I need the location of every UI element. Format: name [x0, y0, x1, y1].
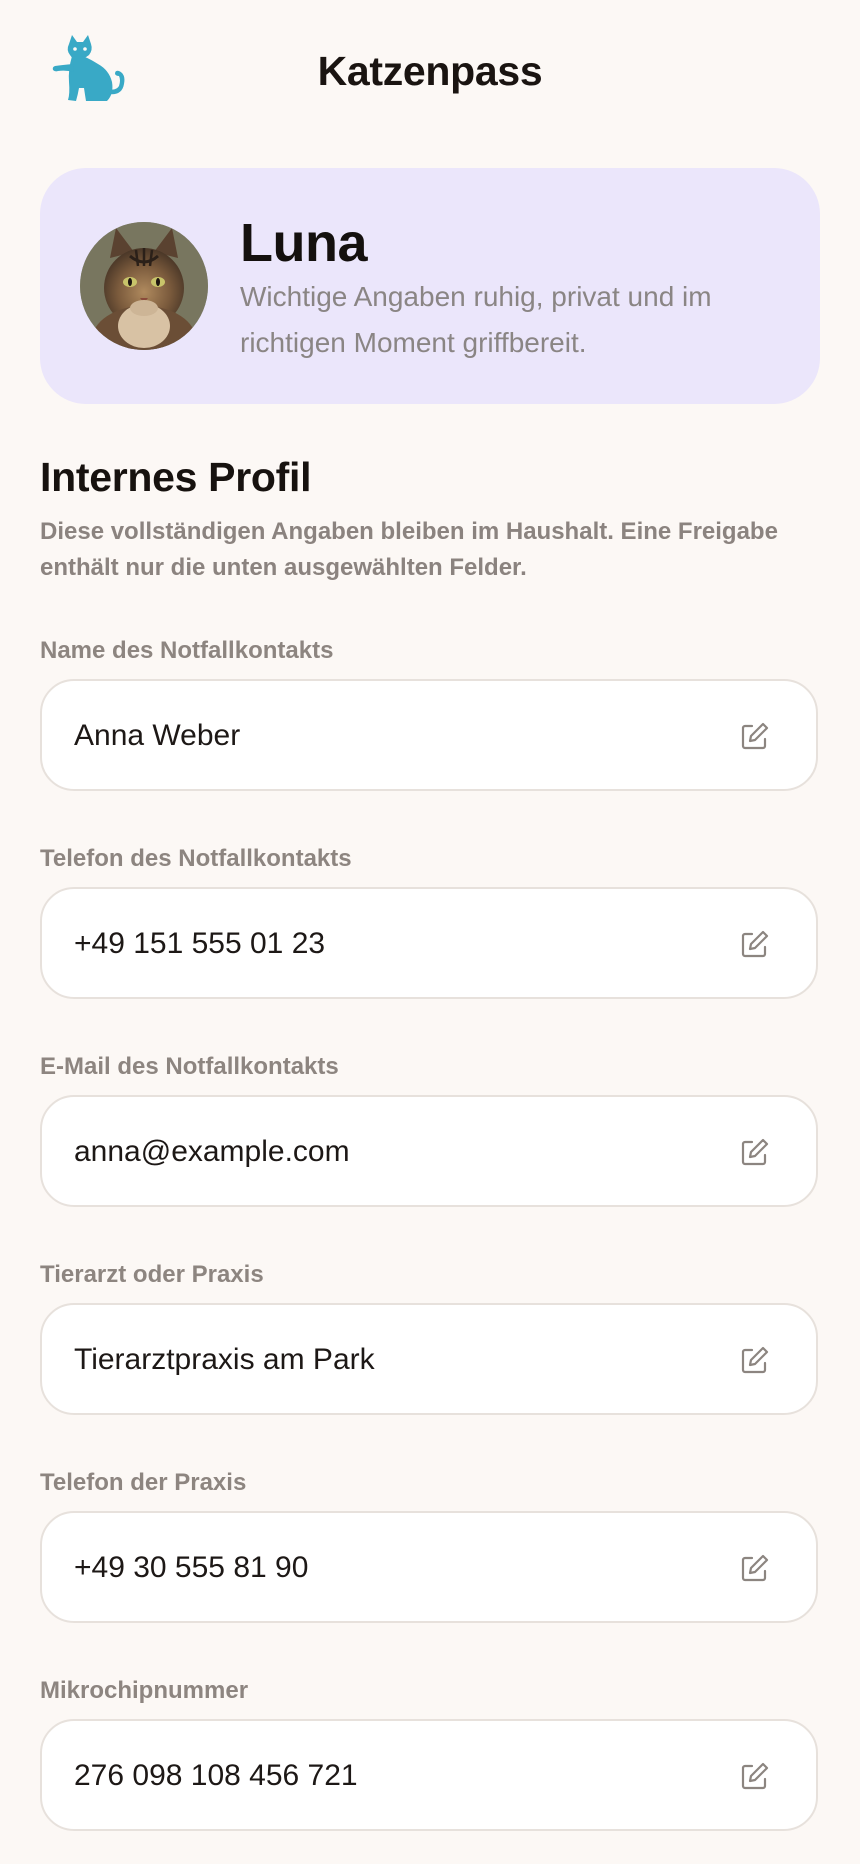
field-vet-practice[interactable]: Tierarztpraxis am Park	[40, 1303, 818, 1415]
app-header: Katzenpass	[0, 0, 860, 150]
edit-icon[interactable]	[738, 1345, 770, 1377]
field-emergency-email[interactable]: anna@example.com	[40, 1095, 818, 1207]
field-microchip[interactable]: 276 098 108 456 721	[40, 1719, 818, 1831]
edit-icon[interactable]	[738, 721, 770, 753]
edit-icon[interactable]	[738, 1553, 770, 1585]
field-label-microchip: Mikrochipnummer	[40, 1677, 249, 1704]
field-value: anna@example.com	[74, 1135, 350, 1168]
pet-summary-card: Luna Wichtige Angaben ruhig, privat und …	[40, 168, 820, 404]
edit-icon[interactable]	[738, 1137, 770, 1169]
field-label-emergency-name: Name des Notfallkontakts	[40, 637, 334, 664]
pet-name: Luna	[240, 213, 368, 273]
field-label-emergency-phone: Telefon des Notfallkontakts	[40, 845, 352, 872]
field-label-vet-practice: Tierarzt oder Praxis	[40, 1261, 264, 1288]
field-label-emergency-email: E-Mail des Notfallkontakts	[40, 1053, 339, 1080]
section-description: Diese vollständigen Angaben bleiben im H…	[40, 518, 778, 581]
field-value: Anna Weber	[74, 719, 241, 752]
pet-subtitle: Wichtige Angaben ruhig, privat und im ri…	[240, 281, 712, 358]
field-value: Tierarztpraxis am Park	[74, 1343, 375, 1376]
edit-icon[interactable]	[738, 929, 770, 961]
field-value: +49 30 555 81 90	[74, 1551, 309, 1584]
section-title: Internes Profil	[40, 454, 312, 500]
app-title: Katzenpass	[317, 48, 543, 94]
edit-icon[interactable]	[738, 1761, 770, 1793]
field-value: +49 151 555 01 23	[74, 927, 326, 960]
field-value: 276 098 108 456 721	[74, 1759, 358, 1792]
pet-avatar[interactable]	[80, 222, 208, 350]
field-emergency-phone[interactable]: +49 151 555 01 23	[40, 887, 818, 999]
field-practice-phone[interactable]: +49 30 555 81 90	[40, 1511, 818, 1623]
field-emergency-name[interactable]: Anna Weber	[40, 679, 818, 791]
field-label-practice-phone: Telefon der Praxis	[40, 1469, 247, 1496]
